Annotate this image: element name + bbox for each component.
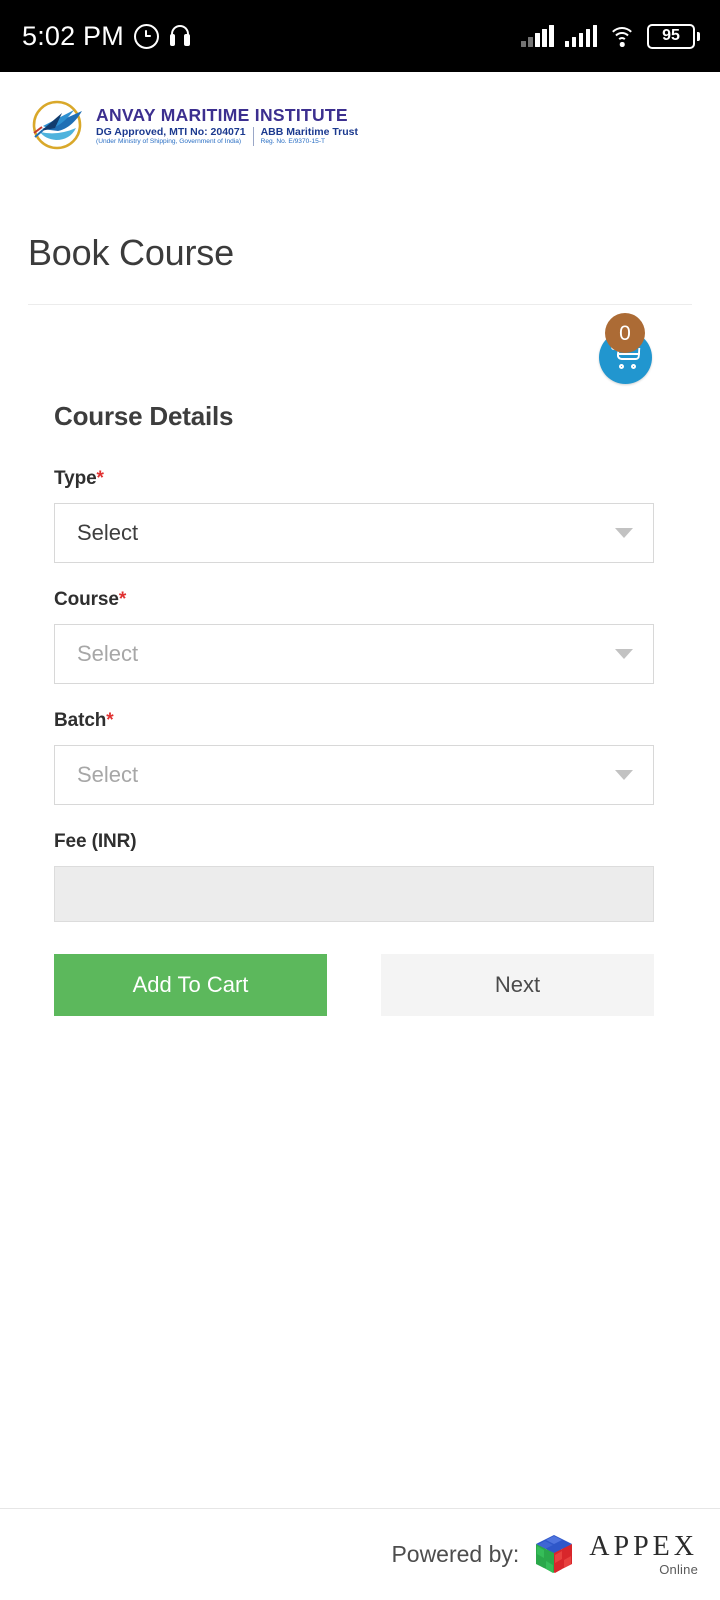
type-select-value: Select: [77, 520, 139, 545]
brand-trust-name: ABB Maritime Trust: [260, 126, 358, 139]
brand-ministry-line: (Under Ministry of Shipping, Government …: [96, 138, 242, 146]
field-label-batch: Batch*: [54, 710, 654, 732]
appex-cube-icon: [532, 1533, 576, 1577]
appex-logo-text: APPEX Online: [589, 1531, 698, 1577]
chevron-down-icon: [615, 649, 633, 659]
required-asterisk-type: *: [96, 468, 104, 489]
battery-level-text: 95: [662, 27, 680, 44]
headphone-icon: [169, 24, 191, 48]
label-text-batch: Batch: [54, 710, 107, 731]
footer: Powered by: APPEX Online: [0, 1508, 720, 1600]
batch-select[interactable]: Select: [54, 745, 654, 805]
section-title: Course Details: [54, 401, 234, 431]
field-type: Type* Select: [54, 468, 654, 563]
add-to-cart-button[interactable]: Add To Cart: [54, 954, 327, 1016]
status-bar-right: 95: [521, 23, 700, 49]
brand-sub-left: DG Approved, MTI No: 204071 (Under Minis…: [96, 126, 246, 146]
appex-brand-sub: Online: [659, 1562, 698, 1577]
status-bar-left: 5:02 PM: [22, 21, 191, 52]
field-batch: Batch* Select: [54, 710, 654, 805]
wifi-icon: [608, 25, 636, 47]
brand-dg-approval: DG Approved, MTI No: 204071: [96, 126, 246, 139]
brand-separator: [252, 127, 254, 147]
course-details-form: Course Details Type* Select Course* Sele…: [0, 401, 720, 1016]
brand-subtitle: DG Approved, MTI No: 204071 (Under Minis…: [96, 126, 358, 147]
status-time: 5:02 PM: [22, 20, 124, 51]
field-course: Course* Select: [54, 589, 654, 684]
chevron-down-icon: [615, 528, 633, 538]
appex-brand: APPEX: [589, 1531, 698, 1562]
fee-input[interactable]: [54, 866, 654, 922]
cellular-signal-icon-2: [564, 25, 597, 47]
field-label-type: Type*: [54, 468, 654, 490]
cart-area: 0: [0, 305, 720, 401]
anvay-ship-logo-icon: [28, 98, 90, 154]
field-label-course: Course*: [54, 589, 654, 611]
alarm-clock-icon: [133, 23, 159, 49]
next-button[interactable]: Next: [381, 954, 654, 1016]
cellular-signal-icon-1: [521, 25, 554, 47]
cart-count-badge: 0: [605, 313, 645, 353]
site-header: ANVAY MARITIME INSTITUTE DG Approved, MT…: [0, 72, 720, 154]
label-text-course: Course: [54, 589, 119, 610]
label-text-type: Type: [54, 468, 97, 489]
brand-text-block: ANVAY MARITIME INSTITUTE DG Approved, MT…: [96, 104, 358, 147]
page-title: Book Course: [28, 232, 234, 273]
field-label-fee: Fee (INR): [54, 831, 137, 852]
status-bar: 5:02 PM 95: [0, 0, 720, 72]
course-select-value: Select: [77, 641, 139, 666]
required-asterisk-batch: *: [106, 710, 114, 731]
battery-icon: 95: [647, 23, 700, 49]
powered-by-label: Powered by:: [391, 1541, 520, 1567]
batch-select-value: Select: [77, 762, 139, 787]
chevron-down-icon: [615, 770, 633, 780]
required-asterisk-course: *: [118, 589, 127, 610]
brand-sub-right: ABB Maritime Trust Reg. No. E/9370-15-T: [261, 126, 358, 146]
brand-title: ANVAY MARITIME INSTITUTE: [96, 104, 348, 125]
course-select[interactable]: Select: [54, 624, 654, 684]
brand-reg-number: Reg. No. E/9370-15-T: [260, 138, 326, 146]
field-fee: Fee (INR): [54, 831, 654, 922]
type-select[interactable]: Select: [54, 503, 654, 563]
form-actions: Add To Cart Next: [54, 954, 654, 1016]
